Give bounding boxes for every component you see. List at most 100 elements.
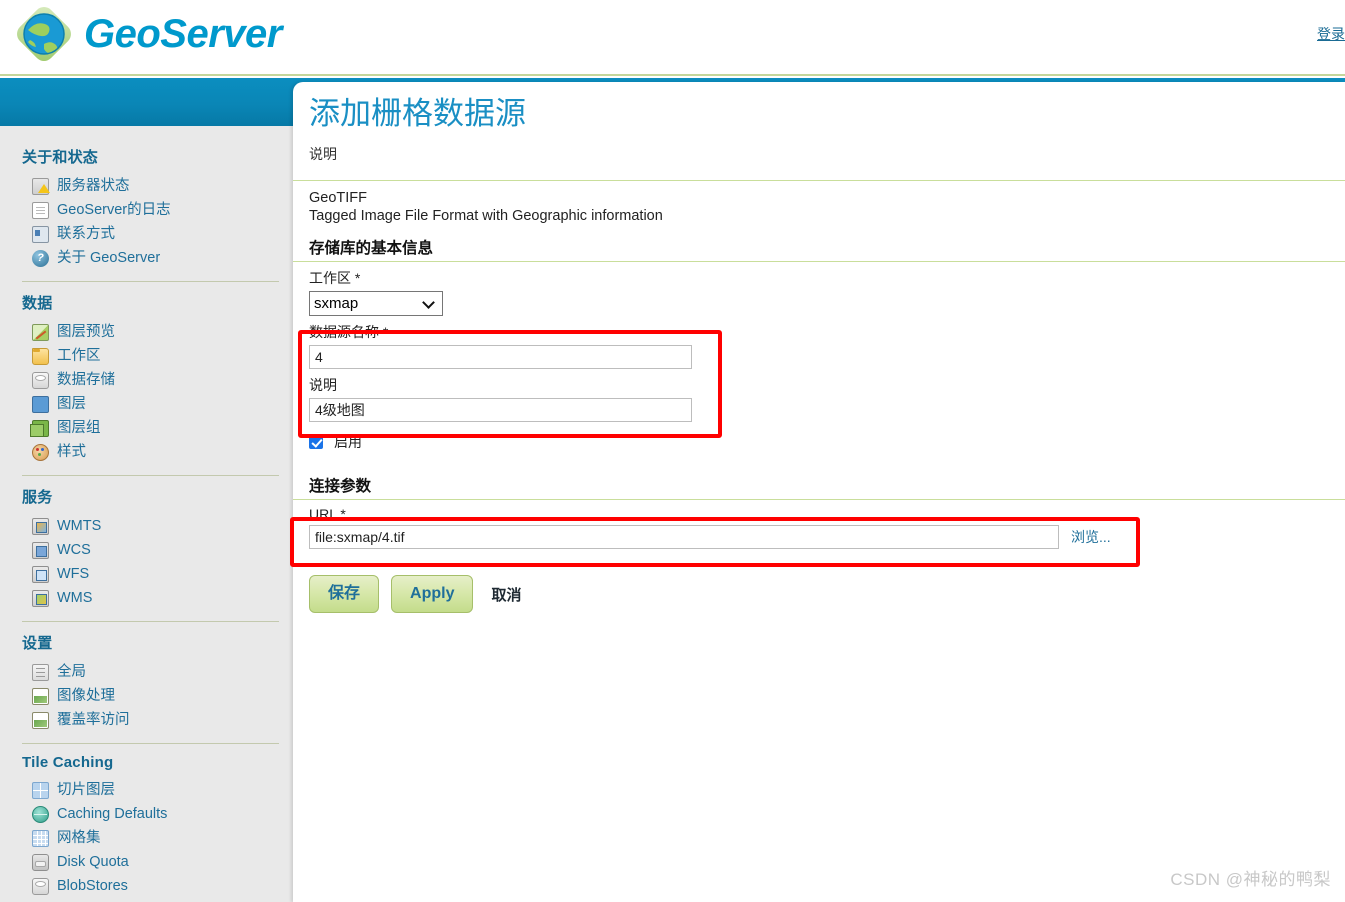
sidebar-item-wcs[interactable]: WCS (22, 538, 279, 562)
sidebar-item-blobstores[interactable]: BlobStores (22, 874, 279, 898)
basic-info-title: 存储库的基本信息 (309, 240, 434, 257)
sidebar-item-label: GeoServer的日志 (57, 202, 171, 218)
datasource-name-label: 数据源名称 * (309, 324, 389, 340)
sidebar-item-layer-groups[interactable]: 图层组 (22, 416, 279, 440)
save-button[interactable]: 保存 (309, 575, 380, 613)
palette-icon (32, 443, 49, 461)
sidebar-item-server-status[interactable]: 服务器状态 (22, 174, 279, 198)
sidebar-section-about: 关于和状态 服务器状态 GeoServer的日志 联系方式 关于 GeoServ… (0, 146, 293, 270)
page-header: GeoServer 登录 (0, 0, 1345, 76)
sidebar-section-data: 数据 图层预览 工作区 数据存储 图层 图层组 样式 (0, 292, 293, 464)
url-row: 浏览... (309, 525, 1345, 549)
sidebar-item-tile-layers[interactable]: 切片图层 (22, 778, 279, 802)
sidebar-item-gridsets[interactable]: 网格集 (22, 826, 279, 850)
sidebar-item-about-geoserver[interactable]: 关于 GeoServer (22, 246, 279, 270)
sidebar-item-label: WMS (57, 590, 93, 606)
sidebar-divider (22, 743, 279, 744)
workspace-select-wrap: sxmap (309, 291, 443, 316)
sidebar-item-image-processing[interactable]: 图像处理 (22, 684, 279, 708)
sidebar-item-disk-quota[interactable]: Disk Quota (22, 850, 279, 874)
sidebar-item-coverage-access[interactable]: 覆盖率访问 (22, 708, 279, 732)
folder-icon (32, 347, 49, 365)
sidebar-section-settings: 设置 全局 图像处理 覆盖率访问 (0, 632, 293, 732)
workspace-label: 工作区 * (309, 270, 361, 286)
service-wms-icon (32, 589, 49, 607)
geoserver-page: GeoServer 登录 关于和状态 服务器状态 GeoServer的日志 联系… (0, 0, 1345, 902)
service-wcs-icon (32, 541, 49, 559)
rule-top (293, 180, 1345, 181)
sidebar-divider (22, 475, 279, 476)
action-buttons: 保存 Apply 取消 (309, 575, 1345, 613)
global-settings-icon (32, 663, 49, 681)
description-label: 说明 (309, 146, 337, 162)
disk-quota-icon (32, 853, 49, 871)
sidebar-item-label: WCS (57, 542, 91, 558)
sidebar-item-label: 联系方式 (57, 226, 115, 242)
sidebar-item-wms[interactable]: WMS (22, 586, 279, 610)
sidebar-section-services: 服务 WMTS WCS WFS WMS (0, 486, 293, 610)
datasource-name-input[interactable] (309, 345, 692, 369)
sidebar-item-label: 图层预览 (57, 324, 115, 340)
enabled-checkbox[interactable] (309, 435, 323, 449)
sidebar-item-label: 覆盖率访问 (57, 712, 130, 728)
sidebar-item-caching-defaults[interactable]: Caching Defaults (22, 802, 279, 826)
sidebar-item-label: 工作区 (57, 348, 101, 364)
sidebar-item-label: Disk Quota (57, 854, 129, 870)
sidebar-section-title: 服务 (22, 489, 53, 506)
sidebar-item-label: BlobStores (57, 878, 128, 894)
sidebar-item-stores[interactable]: 数据存储 (22, 368, 279, 392)
service-wfs-icon (32, 565, 49, 583)
document-icon (32, 201, 49, 219)
datasource-description-input[interactable] (309, 398, 692, 422)
sidebar-item-geoserver-logs[interactable]: GeoServer的日志 (22, 198, 279, 222)
help-icon (32, 249, 49, 267)
globe-icon (14, 4, 74, 64)
sidebar-item-label: 网格集 (57, 830, 101, 846)
map-preview-icon (32, 323, 49, 341)
page-title: 添加栅格数据源 (309, 96, 526, 131)
browse-link[interactable]: 浏览... (1071, 527, 1111, 547)
sidebar-item-styles[interactable]: 样式 (22, 440, 279, 464)
layer-group-icon (30, 419, 49, 437)
sidebar-section-title: Tile Caching (22, 754, 114, 771)
tile-layers-icon (32, 781, 49, 799)
cancel-button[interactable]: 取消 (485, 583, 527, 606)
sidebar-item-workspaces[interactable]: 工作区 (22, 344, 279, 368)
watermark: CSDN @神秘的鸭梨 (1170, 870, 1331, 889)
database-icon (32, 371, 49, 389)
sidebar-divider (22, 621, 279, 622)
login-link[interactable]: 登录 (1317, 24, 1345, 44)
sidebar-item-global[interactable]: 全局 (22, 660, 279, 684)
rule-basic-info (293, 261, 1345, 262)
sidebar-item-label: 图层 (57, 396, 86, 412)
sidebar-item-label: WFS (57, 566, 90, 582)
sidebar: 关于和状态 服务器状态 GeoServer的日志 联系方式 关于 GeoServ… (0, 126, 293, 902)
sidebar-divider (22, 281, 279, 282)
main-content-panel: 添加栅格数据源 说明 GeoTIFF Tagged Image File For… (293, 82, 1345, 902)
sidebar-item-label: 样式 (57, 444, 86, 460)
sidebar-section-tile-caching: Tile Caching 切片图层 Caching Defaults 网格集 D… (0, 754, 293, 898)
caching-defaults-icon (32, 805, 49, 823)
enabled-row: 启用 (309, 432, 1345, 452)
connection-params-title: 连接参数 (309, 478, 372, 495)
url-input[interactable] (309, 525, 1059, 549)
url-label: URL * (309, 506, 346, 522)
coverage-access-icon (32, 711, 49, 729)
apply-button[interactable]: Apply (391, 575, 474, 613)
sidebar-item-label: 图层组 (57, 420, 101, 436)
sidebar-item-label: 服务器状态 (57, 178, 130, 194)
workspace-select[interactable]: sxmap (309, 291, 443, 316)
sidebar-section-title: 数据 (22, 295, 53, 312)
enabled-label: 启用 (334, 434, 362, 450)
brand-logo[interactable]: GeoServer (14, 4, 282, 64)
format-description: Tagged Image File Format with Geographic… (309, 208, 663, 224)
sidebar-item-wfs[interactable]: WFS (22, 562, 279, 586)
image-processing-icon (32, 687, 49, 705)
service-wmts-icon (32, 517, 49, 535)
sidebar-section-title: 关于和状态 (22, 149, 99, 166)
server-status-icon (32, 177, 50, 195)
sidebar-item-contact[interactable]: 联系方式 (22, 222, 279, 246)
sidebar-item-layers[interactable]: 图层 (22, 392, 279, 416)
sidebar-item-layer-preview[interactable]: 图层预览 (22, 320, 279, 344)
sidebar-item-wmts[interactable]: WMTS (22, 514, 279, 538)
